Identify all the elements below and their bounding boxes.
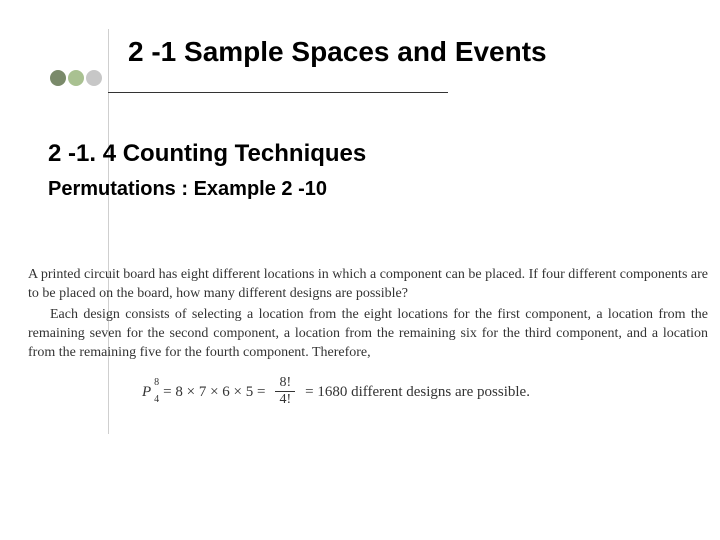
horizontal-rule <box>108 92 448 93</box>
body-text: A printed circuit board has eight differ… <box>28 266 708 407</box>
bullet-dots <box>50 70 102 86</box>
dot-icon <box>50 70 66 86</box>
fraction-numerator: 8! <box>275 376 295 392</box>
dot-icon <box>86 70 102 86</box>
fraction: 8! 4! <box>275 376 295 407</box>
slide: 2 -1 Sample Spaces and Events 2 -1. 4 Co… <box>0 0 720 540</box>
fraction-denominator: 4! <box>275 392 295 407</box>
example-heading: Permutations : Example 2 -10 <box>48 178 327 201</box>
title-row: 2 -1 Sample Spaces and Events <box>0 34 720 94</box>
paragraph: Each design consists of selecting a loca… <box>28 306 708 363</box>
dot-icon <box>68 70 84 86</box>
perm-letter: P <box>142 384 151 400</box>
equation-part: = 8 × 7 × 6 × 5 = <box>163 382 265 402</box>
perm-superscript: 8 <box>154 376 159 390</box>
equation-result: = 1680 different designs are possible. <box>305 382 530 402</box>
perm-subscript: 4 <box>154 393 159 407</box>
subsection-heading: 2 -1. 4 Counting Techniques <box>48 140 366 168</box>
page-title: 2 -1 Sample Spaces and Events <box>128 36 547 68</box>
formula: P 8 4 = 8 × 7 × 6 × 5 = 8! 4! = 1680 dif… <box>28 376 708 407</box>
paragraph: A printed circuit board has eight differ… <box>28 266 708 304</box>
permutation-symbol: P 8 4 <box>142 382 157 402</box>
